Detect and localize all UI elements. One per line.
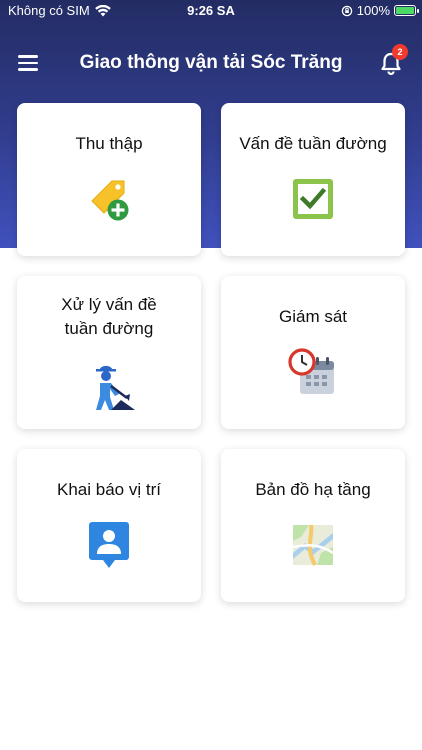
menu-card-van-de-tuan-duong[interactable]: Vấn đề tuần đường	[221, 103, 405, 256]
battery-level	[396, 7, 414, 14]
menu-card-xu-ly-van-de[interactable]: Xử lý vấn đề tuần đường	[17, 276, 201, 429]
card-label: Bản đồ hạ tầng	[255, 480, 371, 499]
menu-card-giam-sat[interactable]: Giám sát	[221, 276, 405, 429]
status-bar: Không có SIM 9:26 SA 100%	[0, 0, 422, 22]
battery-percent: 100%	[356, 3, 390, 18]
hamburger-menu-icon[interactable]	[18, 52, 48, 74]
notification-badge: 2	[392, 44, 408, 60]
app-bar: Giao thông vận tải Sóc Trăng 2	[0, 22, 422, 104]
card-label: Thu thập	[75, 134, 143, 153]
status-right: 100%	[341, 3, 419, 18]
map-icon	[292, 524, 334, 566]
card-label: Khai báo vị trí	[57, 480, 161, 499]
menu-card-khai-bao-vi-tri[interactable]: Khai báo vị trí	[17, 449, 201, 602]
tag-add-icon	[91, 180, 129, 221]
card-label: Xử lý vấn đề tuần đường	[61, 295, 157, 338]
checkbox-icon	[293, 179, 333, 219]
user-location-icon	[89, 522, 129, 568]
battery-icon	[394, 5, 419, 16]
app-title: Giao thông vận tải Sóc Trăng	[79, 52, 343, 73]
menu-card-ban-do-ha-tang[interactable]: Bản đồ hạ tầng	[221, 449, 405, 602]
card-label: Giám sát	[278, 307, 348, 326]
card-label: Vấn đề tuần đường	[239, 134, 387, 153]
menu-card-thu-thap[interactable]: Thu thập	[17, 103, 201, 256]
road-worker-icon	[96, 365, 135, 410]
clock-calendar-icon	[288, 348, 334, 394]
orientation-lock-icon	[341, 5, 352, 16]
